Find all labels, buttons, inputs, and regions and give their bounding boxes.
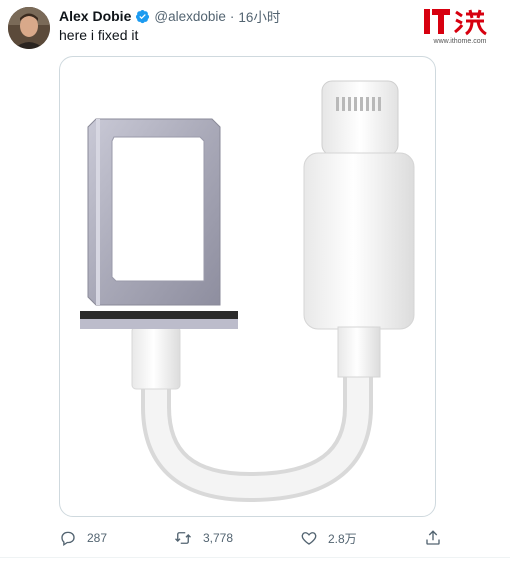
retweet-count: 3,778 — [203, 531, 234, 545]
tweet-text: here i fixed it — [59, 27, 139, 43]
tweet-media[interactable] — [59, 56, 436, 517]
avatar[interactable] — [8, 7, 50, 49]
author-name[interactable]: Alex Dobie — [59, 8, 131, 24]
reply-icon — [61, 531, 75, 547]
author-handle[interactable]: @alexdobie — [154, 9, 226, 24]
like-count: 2.8万 — [328, 531, 357, 546]
ithome-watermark: www.ithome.com — [422, 6, 498, 50]
sim-tray-icon — [80, 118, 238, 390]
share-button[interactable] — [424, 528, 442, 548]
reply-count: 287 — [87, 531, 108, 545]
verified-badge-icon — [136, 9, 150, 23]
retweet-icon — [175, 532, 191, 544]
reply-button[interactable]: 287 — [59, 528, 107, 548]
tweet-header: Alex Dobie @alexdobie · 16小时 — [59, 7, 280, 25]
tweet: Alex Dobie @alexdobie · 16小时 here i fixe… — [0, 0, 510, 563]
tweet-actions: 287 3,778 2.8万 — [59, 528, 449, 548]
lightning-adapter-icon — [303, 80, 415, 378]
like-button[interactable]: 2.8万 — [300, 528, 357, 548]
separator-dot: · — [229, 8, 235, 24]
share-icon — [426, 530, 440, 545]
ithome-logo — [424, 9, 487, 36]
timestamp[interactable]: 16小时 — [238, 6, 280, 26]
watermark-url: www.ithome.com — [433, 38, 487, 45]
avatar-image — [8, 7, 50, 49]
heart-icon — [301, 532, 317, 545]
divider — [0, 557, 510, 558]
adapter-photo — [80, 80, 415, 503]
retweet-button[interactable]: 3,778 — [173, 528, 233, 548]
